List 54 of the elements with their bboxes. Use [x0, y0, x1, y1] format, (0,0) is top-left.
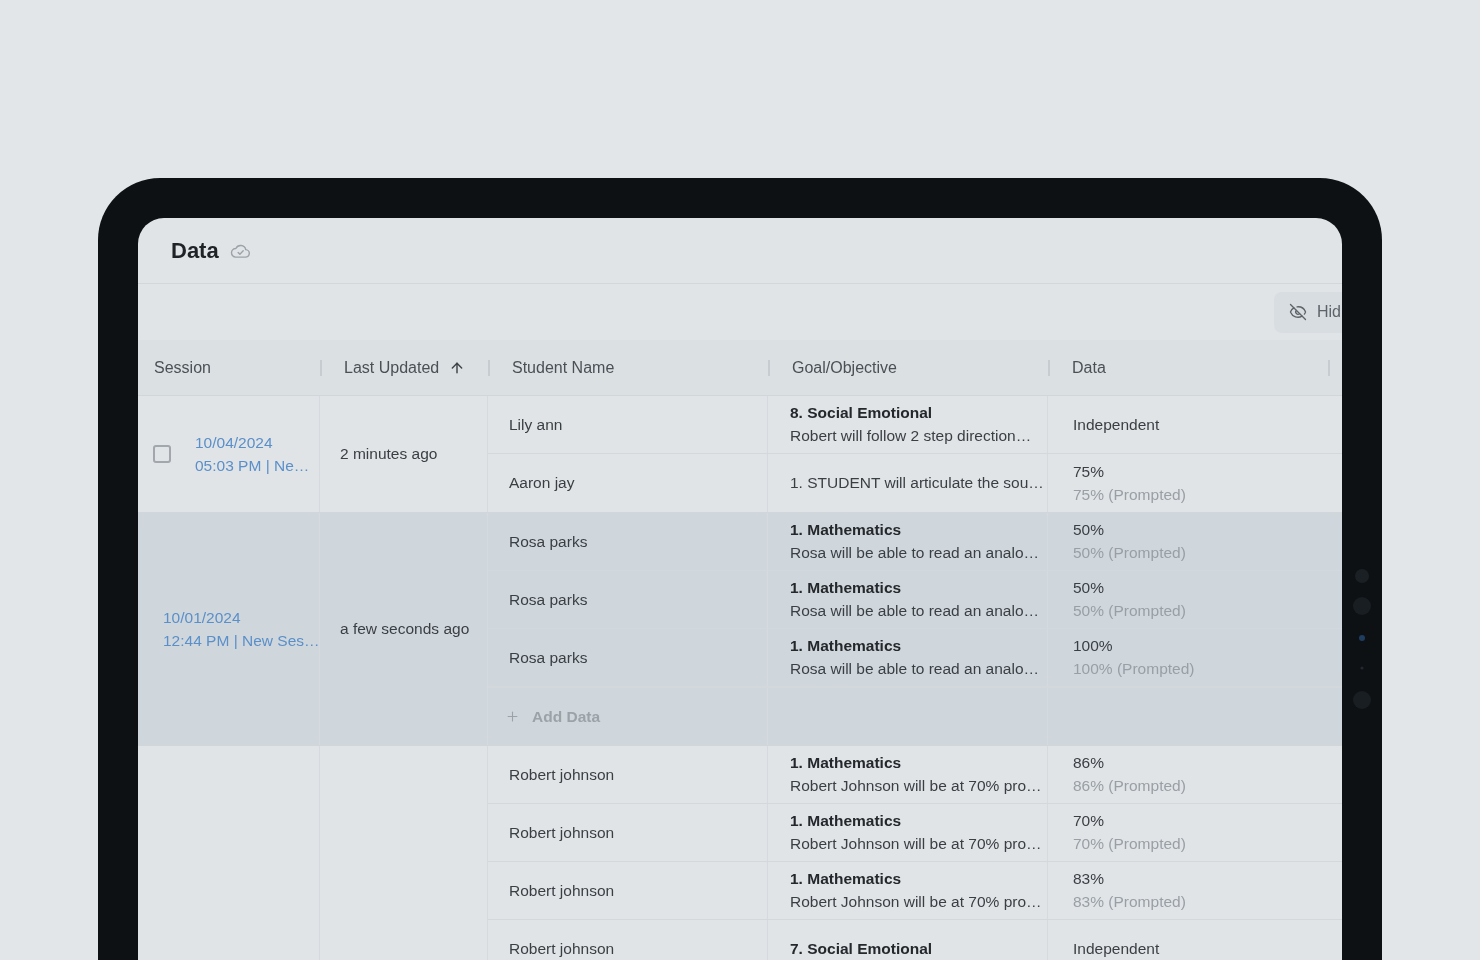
column-header[interactable]: Session — [154, 355, 211, 380]
updated-time: a few seconds ago — [340, 620, 470, 638]
column-header[interactable]: Student Name — [512, 355, 615, 380]
column-header[interactable]: Last Updated — [344, 355, 440, 380]
cloud-check-icon — [229, 243, 251, 258]
goal-description: Robert Johnson will be at 70% pro… — [790, 893, 1042, 911]
goal-title: 1. Mathematics — [790, 870, 902, 888]
student-name: Robert johnson — [509, 823, 615, 842]
goal-title: 8. Social Emotional — [790, 404, 933, 422]
data-detail: 70% (Prompted) — [1073, 835, 1186, 853]
checkbox[interactable] — [153, 445, 171, 463]
data-value: Independent — [1073, 940, 1160, 958]
eye-off-icon — [1289, 303, 1307, 321]
data-value: 70% — [1073, 812, 1105, 830]
goal-title: 1. Mathematics — [790, 637, 902, 655]
updated-time: 2 minutes ago — [340, 445, 438, 463]
student-name: Rosa parks — [509, 532, 588, 551]
hide-button[interactable]: Hid — [1274, 291, 1342, 333]
student-name: Robert johnson — [509, 940, 615, 958]
goal-title: 1. Mathematics — [790, 812, 902, 830]
data-value: 83% — [1073, 870, 1105, 888]
student-name: Robert johnson — [509, 881, 615, 900]
goal-title: 7. Social Emotional — [790, 940, 933, 958]
data-value: 86% — [1073, 754, 1105, 772]
goal-description: Rosa will be able to read an analo… — [790, 660, 1039, 678]
student-name: Rosa parks — [509, 648, 588, 667]
goal-description: Robert Johnson will be at 70% pro… — [790, 777, 1042, 795]
student-name: Aaron jay — [509, 474, 575, 492]
student-name: Robert johnson — [509, 765, 615, 784]
goal-description: 1. STUDENT will articulate the sou… — [790, 474, 1044, 492]
goal-title: 1. Mathematics — [790, 579, 902, 597]
plus-icon — [505, 709, 520, 724]
data-value: 50% — [1073, 579, 1105, 597]
goal-title: 1. Mathematics — [790, 521, 902, 539]
goal-title: 1. Mathematics — [790, 754, 902, 772]
data-detail: 75% (Prompted) — [1073, 485, 1186, 504]
data-value: 100% — [1073, 637, 1113, 655]
goal-description: Rosa will be able to read an analo… — [790, 602, 1039, 620]
goal-description: Rosa will be able to read an analo… — [790, 544, 1039, 562]
data-detail: 50% (Prompted) — [1073, 602, 1186, 620]
data-detail: 83% (Prompted) — [1073, 893, 1186, 911]
data-detail: 86% (Prompted) — [1073, 777, 1186, 795]
data-value: 75% — [1073, 462, 1105, 481]
data-detail: 100% (Prompted) — [1073, 660, 1195, 678]
goal-description: Robert Johnson will be at 70% pro… — [790, 835, 1042, 853]
data-value: 50% — [1073, 521, 1105, 539]
data-value: Independent — [1073, 415, 1160, 434]
goal-description: Robert will follow 2 step direction… — [790, 427, 1032, 445]
student-name: Rosa parks — [509, 590, 588, 609]
page-title: Data — [171, 237, 219, 265]
student-name: Lily ann — [509, 415, 563, 434]
column-header[interactable]: Goal/Objective — [792, 355, 897, 380]
data-detail: 50% (Prompted) — [1073, 544, 1186, 562]
column-header[interactable]: Data — [1072, 355, 1106, 380]
